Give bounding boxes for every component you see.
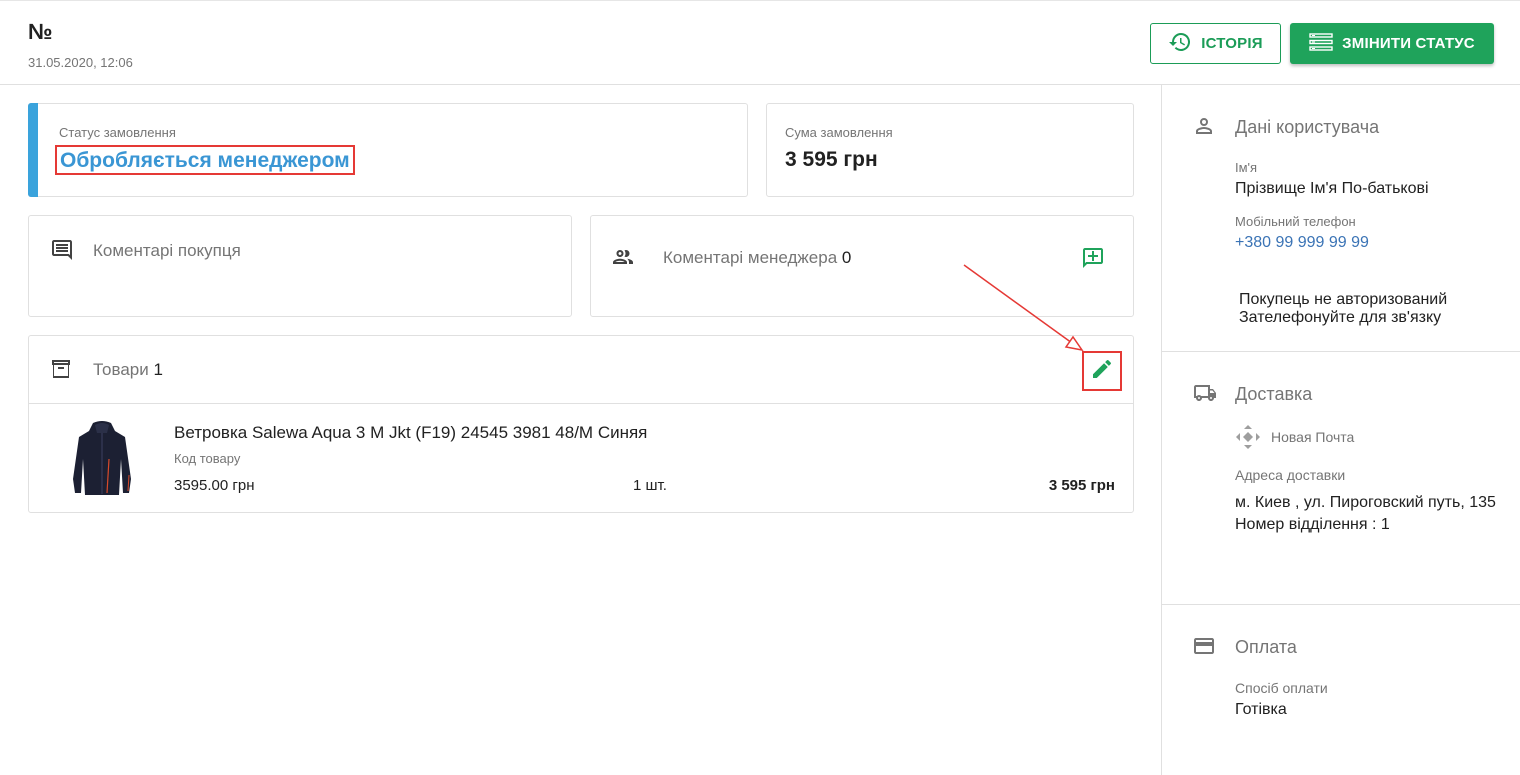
buyer-comments-title: Коментарі покупця [93,241,241,260]
history-button-label: ІСТОРІЯ [1201,35,1263,52]
order-status-card: Статус замовлення Обробляється менеджеро… [28,103,748,197]
unauthorized-note: Покупець не авторизований Зателефонуйте … [1239,291,1447,327]
phone-link[interactable]: +380 99 999 99 99 [1235,234,1369,252]
person-icon [1192,114,1216,143]
address-line-2: Номер відділення : 1 [1235,516,1390,533]
order-sum-card: Сума замовлення 3 595 грн [766,103,1134,197]
product-code-label: Код товару [174,451,241,466]
status-value: Обробляється менеджером [55,145,355,175]
product-quantity: 1 шт. [633,477,667,494]
manager-comments-card: Коментарі менеджера 0 [590,215,1134,317]
address-line-1: м. Киев , ул. Пироговский путь, 135 [1235,494,1496,511]
product-image[interactable] [69,419,135,497]
goods-card: Товари 1 Ветровка Salewa Aqua 3 M Jkt (F… [28,335,1134,513]
comment-icon [50,238,74,267]
order-number: № [28,19,53,44]
list-icon [1309,32,1342,56]
status-accent-bar [28,103,38,197]
people-icon [611,245,635,274]
order-sidebar: Дані користувача Ім'я Прізвище Ім'я По-б… [1161,85,1520,775]
pencil-icon [1090,357,1114,386]
payment-title: Оплата [1235,637,1297,657]
payment-method-value: Готівка [1235,701,1287,718]
name-label: Ім'я [1235,160,1258,175]
add-comment-icon[interactable] [1081,246,1105,275]
address-label: Адреса доставки [1235,467,1346,483]
order-date: 31.05.2020, 12:06 [28,55,133,70]
payment-method-label: Спосіб оплати [1235,680,1328,696]
goods-label: Товари [93,360,149,379]
goods-header: Товари 1 [29,336,1133,404]
manager-comments-label: Коментарі менеджера [663,248,838,267]
note-line-2: Зателефонуйте для зв'язку [1239,309,1442,326]
payment-section: Оплата Спосіб оплати Готівка [1162,605,1520,775]
delivery-title: Доставка [1235,384,1313,404]
user-data-title: Дані користувача [1235,117,1380,137]
change-status-button[interactable]: ЗМІНИТИ СТАТУС [1290,23,1494,64]
change-status-label: ЗМІНИТИ СТАТУС [1342,35,1475,52]
user-data-section: Дані користувача Ім'я Прізвище Ім'я По-б… [1162,85,1520,352]
sum-label: Сума замовлення [785,125,893,140]
page-header: № 31.05.2020, 12:06 ІСТОРІЯ ЗМІНИТИ СТАТ… [0,0,1520,85]
delivery-section: Доставка Новая Почта Адреса доставки м. … [1162,352,1520,605]
sum-value: 3 595 грн [785,148,878,171]
manager-comments-title: Коментарі менеджера 0 [663,248,851,268]
carrier-name: Новая Почта [1271,429,1355,445]
truck-icon [1192,381,1218,410]
history-icon [1168,30,1201,58]
goods-count: 1 [153,360,163,379]
nova-poshta-logo-icon [1235,424,1261,455]
manager-comments-count: 0 [841,248,852,267]
name-value: Прізвище Ім'я По-батькові [1235,180,1429,197]
product-total: 3 595 грн [1048,477,1115,494]
archive-icon [49,357,73,386]
history-button[interactable]: ІСТОРІЯ [1150,23,1281,64]
product-price: 3595.00 грн [174,477,255,494]
goods-title: Товари 1 [93,360,163,380]
product-name[interactable]: Ветровка Salewa Aqua 3 M Jkt (F19) 24545… [174,423,647,443]
note-line-1: Покупець не авторизований [1239,291,1448,308]
status-label: Статус замовлення [59,125,176,140]
edit-goods-button[interactable] [1082,351,1122,391]
credit-card-icon [1192,634,1216,663]
phone-label: Мобільний телефон [1235,214,1356,229]
buyer-comments-card[interactable]: Коментарі покупця [28,215,572,317]
